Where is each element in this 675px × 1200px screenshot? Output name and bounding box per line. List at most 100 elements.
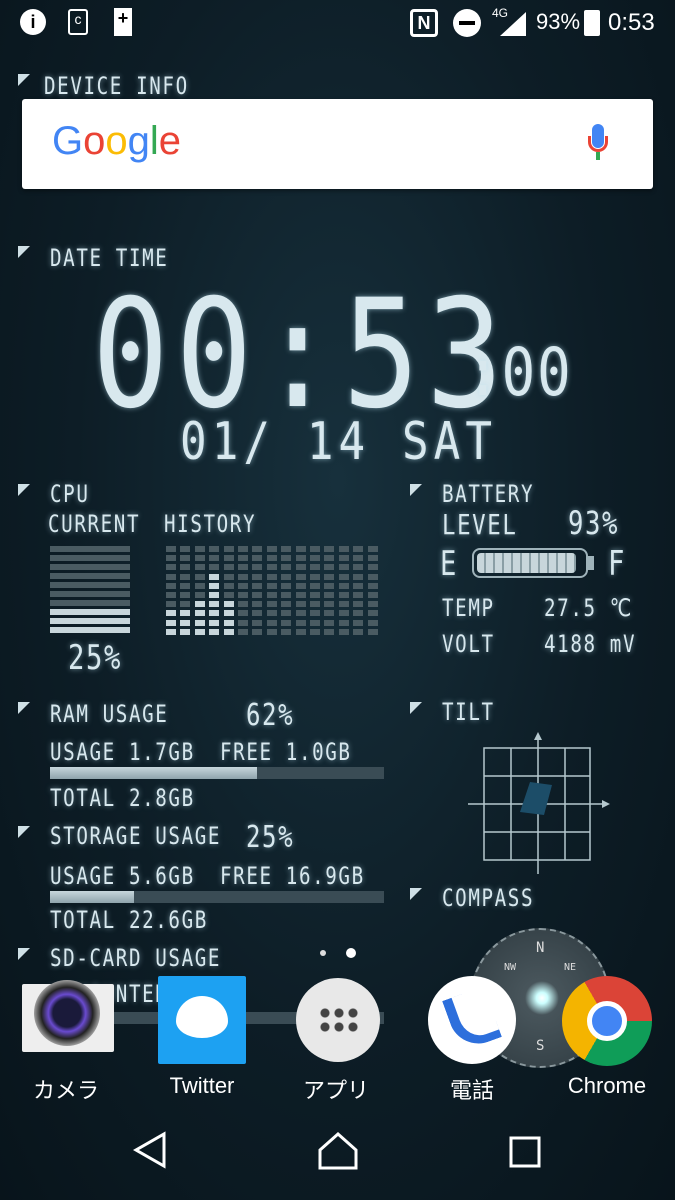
cpu-history-cell — [266, 564, 277, 571]
cpu-history-cell — [295, 619, 306, 626]
cpu-history-cell — [238, 628, 248, 635]
cpu-history-cell — [166, 555, 176, 562]
cpu-history-cell — [166, 582, 176, 589]
cpu-history-cell — [194, 564, 205, 571]
cpu-history-cell — [367, 546, 378, 552]
cpu-history-cell — [209, 555, 220, 562]
cpu-history-cell — [281, 628, 292, 635]
cpu-current-bar — [50, 573, 130, 579]
cpu-history-cell — [252, 555, 263, 562]
cpu-history-cell — [252, 619, 263, 626]
app-camera[interactable] — [22, 980, 114, 1052]
cpu-history-cell — [209, 601, 220, 608]
cpu-history-cell — [324, 592, 335, 598]
cpu-history-cell — [367, 601, 378, 608]
cpu-current-bar — [50, 546, 130, 552]
cpu-history-cell — [281, 546, 292, 552]
app-chrome[interactable] — [562, 976, 652, 1066]
cpu-history-cell — [238, 592, 248, 598]
cpu-history-cell — [238, 546, 248, 552]
cpu-history-cell — [252, 546, 263, 552]
cpu-history-cell — [266, 573, 277, 580]
cpu-history-cell — [166, 619, 176, 626]
cpu-current-meter — [50, 546, 130, 636]
section-marker-icon — [410, 702, 422, 714]
section-marker-icon — [410, 484, 422, 496]
cpu-history-cell — [338, 601, 349, 608]
cpu-history-cell — [166, 610, 176, 617]
app-chrome-label[interactable]: Chrome — [537, 1073, 675, 1099]
cpu-history-cell — [223, 619, 234, 626]
cpu-history-cell — [367, 573, 378, 580]
cpu-history-cell — [367, 610, 378, 617]
cpu-history-cell — [266, 546, 277, 552]
cpu-history-cell — [353, 610, 364, 617]
cpu-history-cell — [310, 601, 320, 608]
app-phone-label[interactable]: 電話 — [402, 1073, 542, 1105]
storage-percent: 25% — [246, 820, 295, 855]
app-camera-label[interactable]: カメラ — [0, 1073, 136, 1105]
cpu-history-cell — [252, 610, 263, 617]
cpu-history-cell — [338, 582, 349, 589]
app-twitter-label[interactable]: Twitter — [132, 1073, 272, 1099]
cpu-history-cell — [209, 546, 220, 552]
cpu-history-cell — [367, 564, 378, 571]
cpu-history-cell — [180, 555, 191, 562]
cpu-history-cell — [194, 555, 205, 562]
cpu-history-cell — [180, 610, 191, 617]
cpu-history-cell — [324, 564, 335, 571]
app-twitter[interactable] — [158, 976, 246, 1064]
google-logo: Google — [52, 119, 182, 163]
cpu-history-cell — [324, 628, 335, 635]
cpu-history-cell — [281, 582, 292, 589]
clock: 0:53 — [608, 9, 655, 36]
info-icon: i — [20, 9, 46, 35]
mic-icon[interactable] — [588, 124, 608, 160]
back-button[interactable] — [130, 1130, 170, 1170]
app-drawer-label[interactable]: アプリ — [266, 1073, 406, 1105]
google-search-bar[interactable]: Google — [22, 99, 653, 189]
cpu-history-cell — [194, 546, 205, 552]
cpu-history-cell — [223, 592, 234, 598]
cpu-history-cell — [194, 592, 205, 598]
battery-percent: 93% — [536, 9, 581, 34]
cpu-history-cell — [252, 592, 263, 598]
cpu-history-cell — [180, 628, 191, 635]
cpu-history-cell — [281, 564, 292, 571]
cpu-history-cell — [281, 592, 292, 598]
cpu-history-cell — [223, 628, 234, 635]
cpu-history-cell — [180, 582, 191, 589]
cpu-history-cell — [338, 555, 349, 562]
cpu-history-cell — [252, 628, 263, 635]
cpu-history-cell — [266, 619, 277, 626]
cpu-history-cell — [194, 573, 205, 580]
cpu-history-cell — [324, 582, 335, 589]
cpu-history-cell — [353, 546, 364, 552]
cpu-current-bar — [50, 564, 130, 570]
ram-label: RAM USAGE — [50, 700, 169, 728]
section-marker-icon — [18, 246, 30, 258]
cpu-history-cell — [209, 592, 220, 598]
home-button[interactable] — [316, 1130, 360, 1170]
cpu-history-cell — [180, 601, 191, 608]
cpu-history-cell — [180, 619, 191, 626]
battery-empty-label: E — [440, 544, 458, 584]
app-phone[interactable] — [428, 976, 516, 1064]
volt-label: VOLT — [442, 630, 495, 658]
cpu-history-cell — [209, 619, 220, 626]
storage-free: FREE 16.9GB — [220, 862, 365, 890]
ram-percent: 62% — [246, 698, 295, 733]
cpu-history-cell — [295, 564, 306, 571]
clock-seconds: :00 — [466, 334, 573, 411]
cpu-history-cell — [180, 592, 191, 598]
app-drawer[interactable] — [296, 978, 380, 1062]
cpu-label: CPU — [50, 480, 90, 508]
app-drawer-icon — [318, 1006, 358, 1034]
cpu-history-cell — [266, 601, 277, 608]
recents-button[interactable] — [508, 1130, 544, 1170]
do-not-disturb-icon — [453, 9, 481, 37]
cpu-history-cell — [367, 619, 378, 626]
cpu-history-cell — [324, 555, 335, 562]
cpu-history-cell — [281, 610, 292, 617]
cpu-history-cell — [310, 564, 320, 571]
